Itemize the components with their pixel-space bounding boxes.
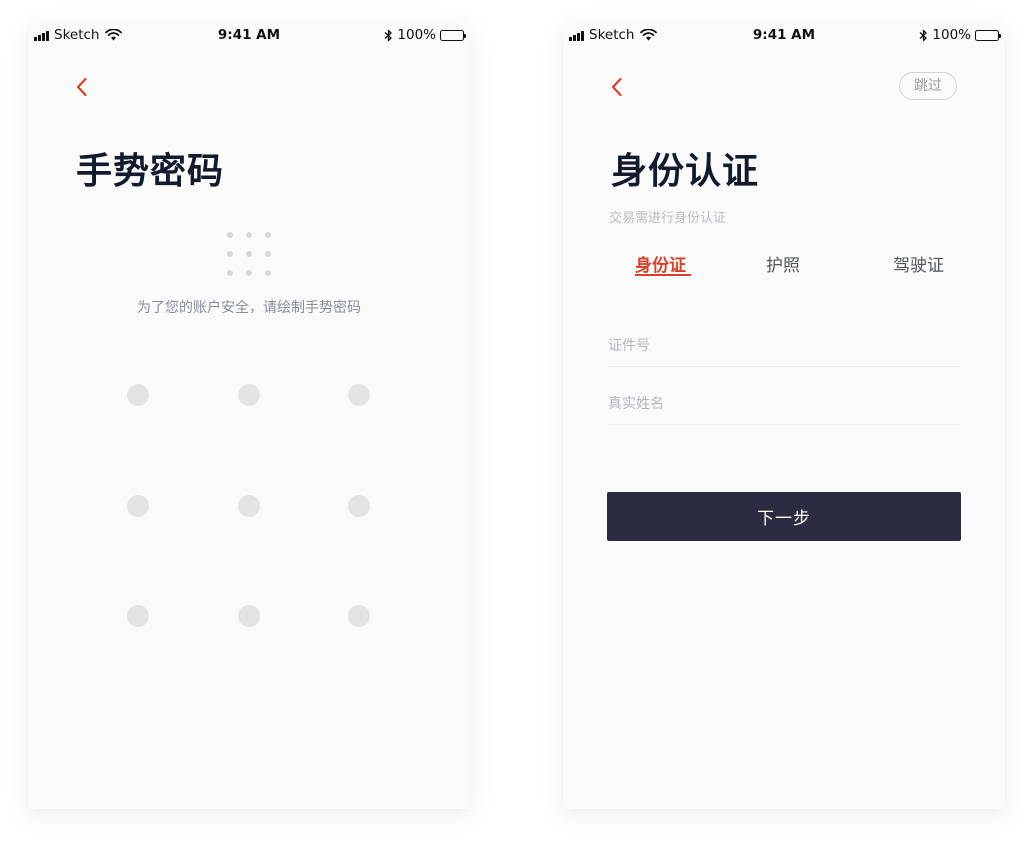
real-name-field <box>607 384 960 425</box>
pattern-dot[interactable] <box>348 605 370 627</box>
page-title: 身份认证 <box>611 151 760 192</box>
id-number-field <box>607 326 960 367</box>
pattern-dot[interactable] <box>238 495 260 517</box>
page-subtitle: 交易需进行身份认证 <box>609 211 727 226</box>
gesture-preview-icon <box>227 232 271 276</box>
id-number-input[interactable] <box>607 326 960 366</box>
battery-percent: 100% <box>932 27 971 43</box>
tab-passport[interactable]: 护照 <box>766 251 800 276</box>
status-bar: Sketch 9:41 AM 100% <box>563 22 1005 50</box>
active-tab-indicator <box>635 274 691 276</box>
bluetooth-icon <box>919 29 928 41</box>
status-bar: Sketch 9:41 AM 100% <box>28 22 470 50</box>
status-right: 100% <box>919 27 1001 43</box>
canvas: Sketch 9:41 AM 100% 手势密码 为了您的账户安全，请绘制手势密… <box>0 0 1024 844</box>
bluetooth-icon <box>384 29 393 41</box>
pattern-dot[interactable] <box>348 384 370 406</box>
battery-icon <box>440 29 466 41</box>
identity-verification-screen: Sketch 9:41 AM 100% 跳过 身份认证 交易需进行身份认证 身份… <box>563 22 1005 809</box>
skip-button[interactable]: 跳过 <box>899 72 957 100</box>
gesture-password-screen: Sketch 9:41 AM 100% 手势密码 为了您的账户安全，请绘制手势密… <box>28 22 470 809</box>
battery-percent: 100% <box>397 27 436 43</box>
back-button[interactable] <box>607 76 629 98</box>
pattern-dot[interactable] <box>238 605 260 627</box>
real-name-input[interactable] <box>607 384 960 424</box>
status-right: 100% <box>384 27 466 43</box>
pattern-dot[interactable] <box>127 384 149 406</box>
gesture-pattern-grid[interactable] <box>127 384 372 627</box>
tab-drivers-license[interactable]: 驾驶证 <box>893 251 944 276</box>
page-title: 手势密码 <box>76 151 225 192</box>
tab-id-card[interactable]: 身份证 <box>635 251 686 276</box>
back-button[interactable] <box>72 76 94 98</box>
next-step-button[interactable]: 下一步 <box>607 492 961 541</box>
battery-icon <box>975 29 1001 41</box>
gesture-hint: 为了您的账户安全，请绘制手势密码 <box>137 300 361 316</box>
pattern-dot[interactable] <box>348 495 370 517</box>
pattern-dot[interactable] <box>127 605 149 627</box>
pattern-dot[interactable] <box>238 384 260 406</box>
pattern-dot[interactable] <box>127 495 149 517</box>
